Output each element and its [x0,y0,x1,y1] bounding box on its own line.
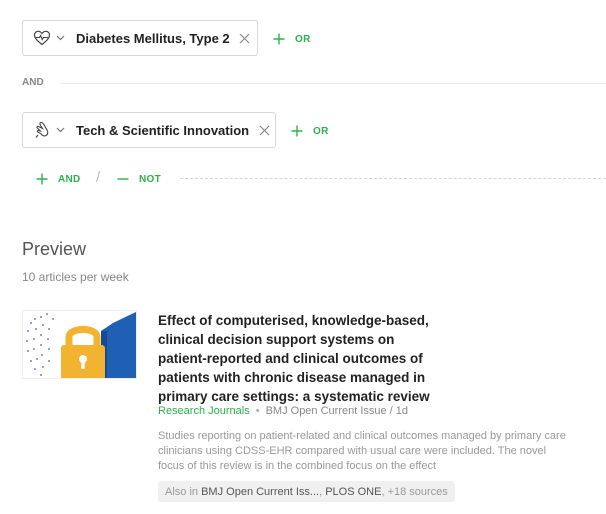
or-label: OR [313,125,329,137]
add-or-button-2[interactable]: OR [290,124,329,138]
heart-pulse-icon [33,29,51,47]
filter-chip-tech[interactable]: Tech & Scientific Innovation [22,112,276,148]
plus-icon [290,124,304,138]
also-in-link-bmj[interactable]: BMJ Open Current Iss... [201,486,319,498]
hand-icon [33,121,51,139]
also-in-badge: Also in BMJ Open Current Iss..., PLOS ON… [158,481,455,502]
preview-subtitle: 10 articles per week [22,270,129,284]
minus-icon [116,172,130,186]
and-label: AND [58,173,81,185]
add-or-button-1[interactable]: OR [272,32,311,46]
also-in-more: , +18 sources [381,485,448,498]
article-snippet: Studies reporting on patient-related and… [158,430,566,472]
add-and-button[interactable]: AND [35,172,81,186]
also-in-link-plos[interactable]: PLOS ONE [325,486,381,498]
add-not-button[interactable]: NOT [116,172,161,186]
padlock-image [26,311,136,378]
plus-icon [35,172,49,186]
plus-icon [272,32,286,46]
slash-separator: / [96,169,101,186]
also-in-comma: , [319,485,323,498]
and-separator: AND [22,77,44,88]
article-source[interactable]: Research Journals [158,405,250,417]
filter-chip-diabetes[interactable]: Diabetes Mellitus, Type 2 [22,20,258,56]
filter-chip-label: Diabetes Mellitus, Type 2 [76,30,230,46]
article-title[interactable]: Effect of computerised, knowledge-based,… [158,311,438,406]
preview-heading: Preview [22,239,87,259]
chevron-down-icon[interactable] [54,124,66,136]
article-journal: BMJ Open Current Issue / 1d [265,405,409,417]
dashed-divider [180,178,606,179]
close-icon[interactable] [238,31,252,45]
meta-separator: • [255,405,260,417]
not-label: NOT [139,173,162,185]
also-in-prefix: Also in [165,485,199,498]
or-label: OR [295,33,311,45]
article-meta: Research Journals • BMJ Open Current Issue… [158,405,408,417]
article-thumbnail[interactable] [22,310,137,379]
divider [60,83,606,84]
filter-chip-label: Tech & Scientific Innovation [76,122,250,138]
chevron-down-icon[interactable] [54,32,66,44]
close-icon[interactable] [257,123,271,137]
